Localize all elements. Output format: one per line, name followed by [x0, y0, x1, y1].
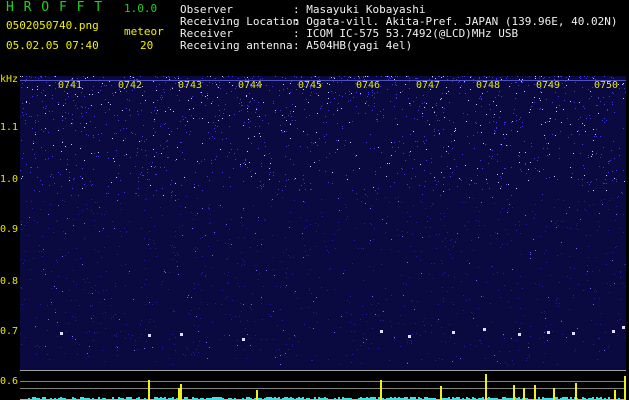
info-label-antenna: Receiving antenna [180, 39, 293, 52]
y-tick-0-9: 0.9 [0, 224, 19, 235]
datetime: 05.02.05 07:40 [6, 39, 99, 52]
y-tick-0-7: 0.7 [0, 326, 19, 337]
y-tick-1-0: 1.0 [0, 174, 19, 185]
app-version: 1.0.0 [124, 2, 158, 15]
y-tick-0-6: 0.6 [0, 376, 19, 387]
x-tick: 0750 [594, 80, 619, 91]
app-title: H R O F F T [6, 0, 104, 15]
meteor-label: meteor [124, 25, 164, 38]
x-tick: 0749 [536, 80, 561, 91]
file-name: 0502050740.png [6, 19, 99, 32]
spectrogram [20, 76, 626, 370]
y-axis-unit: kHz [0, 74, 19, 85]
x-tick: 0748 [476, 80, 501, 91]
x-tick: 0746 [356, 80, 381, 91]
x-tick: 0747 [416, 80, 441, 91]
signal-strength-strip [20, 370, 626, 400]
x-tick: 0742 [118, 80, 143, 91]
y-tick-0-8: 0.8 [0, 276, 19, 287]
info-value-antenna: : A504HB(yagi 4el) [293, 39, 413, 52]
hrofft-window: { "header": { "app_title": "H R O F F T"… [0, 0, 629, 400]
y-tick-1-1: 1.1 [0, 122, 19, 133]
x-tick: 0741 [58, 80, 83, 91]
x-tick: 0744 [238, 80, 263, 91]
meteor-count: 20 [140, 39, 154, 52]
x-tick: 0743 [178, 80, 203, 91]
x-tick: 0745 [298, 80, 323, 91]
